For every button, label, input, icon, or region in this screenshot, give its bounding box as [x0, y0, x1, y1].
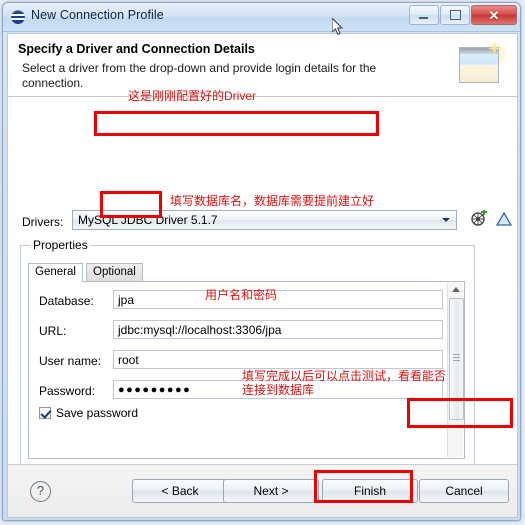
new-driver-icon[interactable]: [470, 209, 488, 228]
annotation-test-connection: 填写完成以后可以点击测试，看看能否 连接到数据库: [242, 369, 447, 397]
help-icon[interactable]: ?: [30, 481, 51, 502]
close-icon: ✕: [488, 7, 500, 23]
database-label: Database:: [39, 294, 94, 308]
maximize-icon: [450, 10, 461, 20]
drivers-combo-value: MySQL JDBC Driver 5.1.7: [78, 213, 218, 227]
edit-driver-icon[interactable]: [495, 210, 513, 228]
wizard-banner-icon: [457, 39, 509, 89]
username-label: User name:: [39, 354, 102, 368]
next-button[interactable]: Next >: [223, 479, 319, 503]
url-input[interactable]: jdbc:mysql://localhost:3306/jpa: [113, 320, 443, 339]
properties-group-title: Properties: [30, 238, 91, 252]
username-input[interactable]: root: [113, 350, 443, 369]
title-bar[interactable]: New Connection Profile ✕: [3, 3, 520, 32]
window-controls: ✕: [409, 5, 517, 25]
connection-profile-icon: [11, 10, 25, 24]
page-description: Select a driver from the drop-down and p…: [22, 61, 377, 90]
annotation-database: 填写数据库名，数据库需要提前建立好: [170, 194, 375, 208]
minimize-button[interactable]: [409, 5, 439, 25]
save-password-checkbox[interactable]: Save password: [39, 406, 138, 420]
url-label: URL:: [39, 324, 67, 338]
annotation-driver: 这是刚刚配置好的Driver: [128, 89, 256, 103]
save-password-checkbox-box: [39, 407, 51, 419]
password-label: Password:: [39, 384, 96, 398]
tab-general[interactable]: General: [28, 263, 83, 282]
maximize-button[interactable]: [440, 5, 470, 25]
wizard-header: Specify a Driver and Connection Details …: [8, 34, 517, 97]
finish-button[interactable]: Finish: [322, 479, 418, 503]
scroll-up-icon[interactable]: [448, 283, 463, 296]
scrollbar-thumb[interactable]: [449, 298, 464, 420]
cancel-button[interactable]: Cancel: [419, 479, 509, 503]
tab-optional[interactable]: Optional: [86, 263, 143, 282]
save-password-label: Save password: [56, 406, 139, 420]
dialog-window: New Connection Profile ✕ Specify a Drive…: [2, 2, 521, 521]
window-title: New Connection Profile: [31, 8, 164, 22]
database-input[interactable]: jpa: [113, 290, 443, 309]
properties-scrollbar[interactable]: [447, 283, 464, 457]
screenshot-root: New Connection Profile ✕ Specify a Drive…: [0, 0, 525, 525]
chevron-down-icon[interactable]: [437, 212, 454, 228]
back-button[interactable]: < Back: [132, 479, 228, 503]
drivers-label: Drivers:: [22, 215, 64, 229]
drivers-combo[interactable]: MySQL JDBC Driver 5.1.7: [72, 210, 457, 230]
annotation-credentials: 用户名和密码: [205, 288, 278, 302]
dialog-content: Specify a Driver and Connection Details …: [7, 33, 518, 518]
page-title: Specify a Driver and Connection Details: [18, 42, 255, 56]
close-button[interactable]: ✕: [471, 5, 517, 25]
dialog-footer: ? < Back Next > Finish Cancel: [8, 464, 517, 517]
minimize-icon: [419, 17, 428, 19]
banner-page-shape: [459, 47, 499, 83]
mouse-cursor: [331, 16, 344, 37]
